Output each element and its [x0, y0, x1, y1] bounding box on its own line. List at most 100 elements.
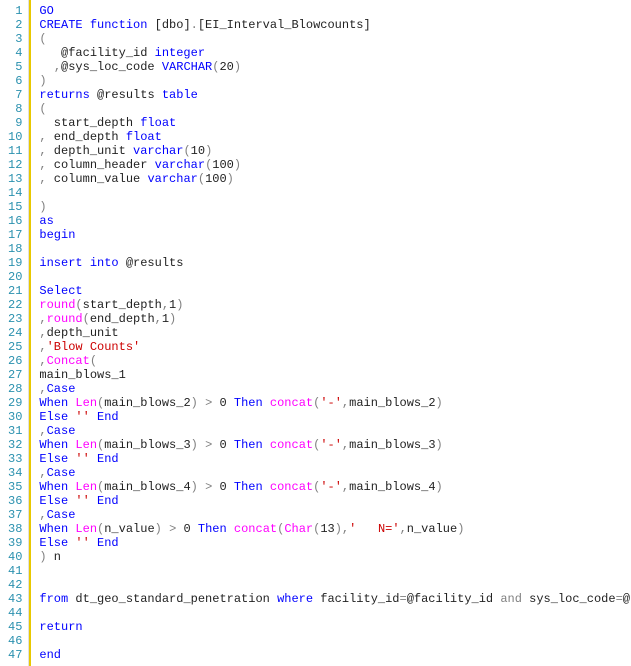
token: '-': [320, 396, 342, 410]
line-number: 46: [8, 634, 22, 648]
code-editor[interactable]: GOCREATE function [dbo].[EI_Interval_Blo…: [29, 0, 631, 666]
line-number: 27: [8, 368, 22, 382]
code-line[interactable]: return: [31, 620, 631, 634]
code-line[interactable]: CREATE function [dbo].[EI_Interval_Blowc…: [31, 18, 631, 32]
token: ): [169, 312, 176, 326]
token: Case: [47, 382, 76, 396]
code-line[interactable]: , column_header varchar(100): [31, 158, 631, 172]
code-line[interactable]: ): [31, 200, 631, 214]
token: (: [83, 312, 90, 326]
code-line[interactable]: , column_value varchar(100): [31, 172, 631, 186]
line-number-gutter: 1234567891011121314151617181920212223242…: [0, 0, 29, 666]
code-line[interactable]: ,depth_unit: [31, 326, 631, 340]
token: Then: [234, 480, 263, 494]
code-line[interactable]: start_depth float: [31, 116, 631, 130]
token: where: [277, 592, 313, 606]
code-line[interactable]: @facility_id integer: [31, 46, 631, 60]
token: end_depth: [47, 130, 126, 144]
token: ,: [155, 312, 162, 326]
token: varchar: [133, 144, 183, 158]
token: GO: [39, 4, 53, 18]
code-line[interactable]: When Len(main_blows_4) > 0 Then concat('…: [31, 480, 631, 494]
token: integer: [155, 46, 205, 60]
code-line[interactable]: ,Case: [31, 508, 631, 522]
code-line[interactable]: When Len(n_value) > 0 Then concat(Char(1…: [31, 522, 631, 536]
code-line[interactable]: main_blows_1: [31, 368, 631, 382]
line-number: 29: [8, 396, 22, 410]
code-line[interactable]: Else '' End: [31, 536, 631, 550]
code-line[interactable]: Else '' End: [31, 410, 631, 424]
token: (: [39, 32, 46, 46]
token: 0: [176, 522, 198, 536]
code-line[interactable]: ,round(end_depth,1): [31, 312, 631, 326]
code-line[interactable]: ,Case: [31, 424, 631, 438]
code-line[interactable]: as: [31, 214, 631, 228]
token: Else: [39, 452, 68, 466]
code-line[interactable]: (: [31, 102, 631, 116]
token: return: [39, 620, 82, 634]
code-line[interactable]: ) n: [31, 550, 631, 564]
token: returns: [39, 88, 89, 102]
line-number: 11: [8, 144, 22, 158]
code-line[interactable]: ,Case: [31, 382, 631, 396]
code-line[interactable]: ,Case: [31, 466, 631, 480]
token: ,: [39, 424, 46, 438]
code-line[interactable]: When Len(main_blows_3) > 0 Then concat('…: [31, 438, 631, 452]
token: Else: [39, 536, 68, 550]
line-number: 9: [8, 116, 22, 130]
code-line[interactable]: Else '' End: [31, 452, 631, 466]
token: 0: [212, 480, 234, 494]
code-line[interactable]: (: [31, 32, 631, 46]
token: [198, 396, 205, 410]
code-line[interactable]: [31, 186, 631, 200]
line-number: 3: [8, 32, 22, 46]
token: main_blows_4: [104, 480, 190, 494]
code-line[interactable]: from dt_geo_standard_penetration where f…: [31, 592, 631, 606]
code-line[interactable]: [31, 242, 631, 256]
line-number: 17: [8, 228, 22, 242]
token: n_value: [104, 522, 154, 536]
token: ,: [39, 508, 46, 522]
token: '': [75, 536, 89, 550]
code-line[interactable]: ,Concat(: [31, 354, 631, 368]
code-line[interactable]: [31, 634, 631, 648]
token: concat: [270, 438, 313, 452]
token: ): [205, 144, 212, 158]
token: Select: [39, 284, 82, 298]
code-line[interactable]: Select: [31, 284, 631, 298]
line-number: 24: [8, 326, 22, 340]
token: '-': [320, 438, 342, 452]
token: Len: [75, 438, 97, 452]
code-line[interactable]: Else '' End: [31, 494, 631, 508]
code-line[interactable]: insert into @results: [31, 256, 631, 270]
token: ): [39, 74, 46, 88]
token: varchar: [155, 158, 205, 172]
code-line[interactable]: ,@sys_loc_code VARCHAR(20): [31, 60, 631, 74]
code-line[interactable]: [31, 578, 631, 592]
code-line[interactable]: GO: [31, 4, 631, 18]
code-line[interactable]: returns @results table: [31, 88, 631, 102]
code-line[interactable]: , depth_unit varchar(10): [31, 144, 631, 158]
line-number: 10: [8, 130, 22, 144]
line-number: 43: [8, 592, 22, 606]
token: [162, 522, 169, 536]
code-line[interactable]: end: [31, 648, 631, 662]
code-line[interactable]: ): [31, 74, 631, 88]
code-line[interactable]: ,'Blow Counts': [31, 340, 631, 354]
code-line[interactable]: , end_depth float: [31, 130, 631, 144]
token: End: [97, 536, 119, 550]
code-line[interactable]: [31, 606, 631, 620]
code-line[interactable]: round(start_depth,1): [31, 298, 631, 312]
line-number: 37: [8, 508, 22, 522]
code-line[interactable]: When Len(main_blows_2) > 0 Then concat('…: [31, 396, 631, 410]
code-line[interactable]: begin: [31, 228, 631, 242]
line-number: 42: [8, 578, 22, 592]
code-line[interactable]: [31, 270, 631, 284]
token: When: [39, 396, 68, 410]
line-number: 14: [8, 186, 22, 200]
token: ,: [39, 312, 46, 326]
token: ,: [39, 172, 46, 186]
token: ): [457, 522, 464, 536]
line-number: 18: [8, 242, 22, 256]
code-line[interactable]: [31, 564, 631, 578]
